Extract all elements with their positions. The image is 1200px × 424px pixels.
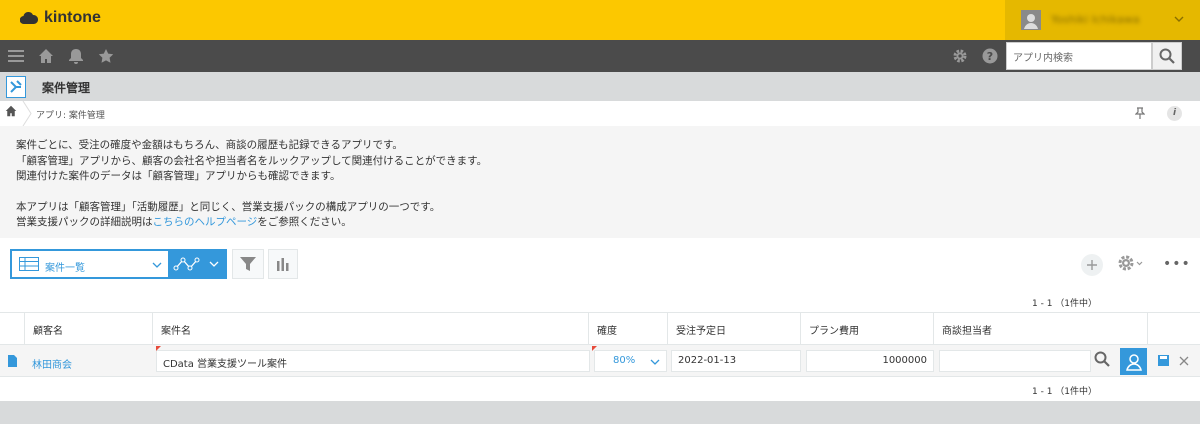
plus-icon [1087,260,1097,270]
user-icon [1125,353,1142,371]
settings-menu-button[interactable] [1117,254,1145,275]
chevron-down-icon [152,262,162,268]
graph-view-button[interactable] [169,249,227,279]
record-count-top: 1 - 1 （1件中） [1032,299,1098,309]
required-marker [156,346,161,351]
table-view-icon [19,257,39,271]
help-icon[interactable]: ? [980,46,1000,66]
desc-line: 「顧客管理」アプリから、顧客の会社名や担当者名をルックアップして関連付けることが… [16,154,488,167]
bar-chart-icon [277,258,289,271]
col-header-case[interactable]: 案件名 [152,312,588,345]
rep-input[interactable] [939,350,1091,372]
col-header-rep[interactable]: 商談担当者 [933,312,1147,345]
footer [0,401,1200,424]
search-icon [1094,351,1110,367]
breadcrumb [0,101,1200,126]
breadcrumb-app[interactable]: アプリ: 案件管理 [36,108,105,121]
gear-icon[interactable] [950,46,970,66]
chevron-down-icon [209,261,219,267]
record-count-bottom: 1 - 1 （1件中） [1032,387,1098,397]
logo-text: kintone [44,9,101,26]
case-name-input[interactable]: CData 営業支援ツール案件 [156,350,590,372]
cloud-logo-icon [20,11,38,25]
search-icon [1159,48,1175,64]
rep-search-button[interactable] [1094,351,1110,370]
user-menu[interactable]: Yoshiki Ichikawa [1005,0,1200,40]
help-page-link[interactable]: こちらのヘルプページ [153,216,258,228]
col-header-cost[interactable]: プラン費用 [800,312,933,345]
home-icon[interactable] [36,46,56,66]
gear-icon [1118,255,1143,271]
search-button[interactable] [1152,42,1182,70]
app-icon [6,76,26,98]
cost-input[interactable]: 1000000 [806,350,934,372]
page-title: 案件管理 [42,81,91,95]
save-row-button[interactable] [1158,355,1169,369]
customer-link[interactable]: 林田商会 [32,356,72,371]
certainty-value: 80% [613,355,636,366]
add-record-button[interactable] [1081,254,1103,276]
col-header-actions [1147,312,1200,345]
breadcrumb-separator [22,101,32,126]
info-icon[interactable]: i [1167,106,1182,121]
app-search-input[interactable]: アプリ内検索 [1006,42,1152,70]
user-avatar [1021,10,1041,30]
desc-line: 営業支援パックの詳細説明はこちらのヘルプページをご参照ください。 [16,216,352,228]
app-description: 案件ごとに、受注の確度や金額はもちろん、商談の履歴も記録できるアプリです。 「顧… [0,126,1200,238]
col-header-customer[interactable]: 顧客名 [24,312,152,345]
close-icon [1179,356,1189,366]
chevron-down-icon [1174,16,1184,22]
desc-line: 案件ごとに、受注の確度や金額はもちろん、商談の履歴も記録できるアプリです。 [16,139,403,151]
required-marker [592,346,597,351]
kintone-logo[interactable]: kintone [20,9,101,27]
menu-icon[interactable] [6,46,26,66]
filter-button[interactable] [232,249,264,279]
user-select-button[interactable] [1120,348,1147,375]
col-header-date[interactable]: 受注予定日 [667,312,800,345]
date-input[interactable]: 2022-01-13 [671,350,801,372]
save-icon [1158,355,1169,366]
desc-line: 本アプリは「顧客管理」「活動履歴」と同じく、営業支援パックの構成アプリの一つです… [16,200,441,213]
col-header-certainty[interactable]: 確度 [588,312,667,345]
home-icon[interactable] [5,105,17,120]
filter-icon [240,257,256,271]
chart-button[interactable] [268,249,298,279]
more-options-button[interactable]: ••• [1163,256,1191,272]
star-icon[interactable] [96,46,116,66]
pin-icon[interactable] [1134,107,1146,122]
certainty-select[interactable]: 80% [594,350,667,372]
cancel-row-button[interactable] [1179,355,1189,369]
record-detail-icon[interactable] [8,355,17,370]
desc-line: 関連付けた案件のデータは「顧客管理」アプリからも確認できます。 [16,170,341,182]
bell-icon[interactable] [66,46,86,66]
svg-text:?: ? [987,50,993,63]
graph-icon [173,257,200,271]
view-select[interactable]: 案件一覧 [10,249,170,279]
user-name: Yoshiki Ichikawa [1051,13,1140,26]
app-header [0,72,1200,101]
view-label: 案件一覧 [45,263,85,274]
chevron-down-icon [650,359,660,365]
